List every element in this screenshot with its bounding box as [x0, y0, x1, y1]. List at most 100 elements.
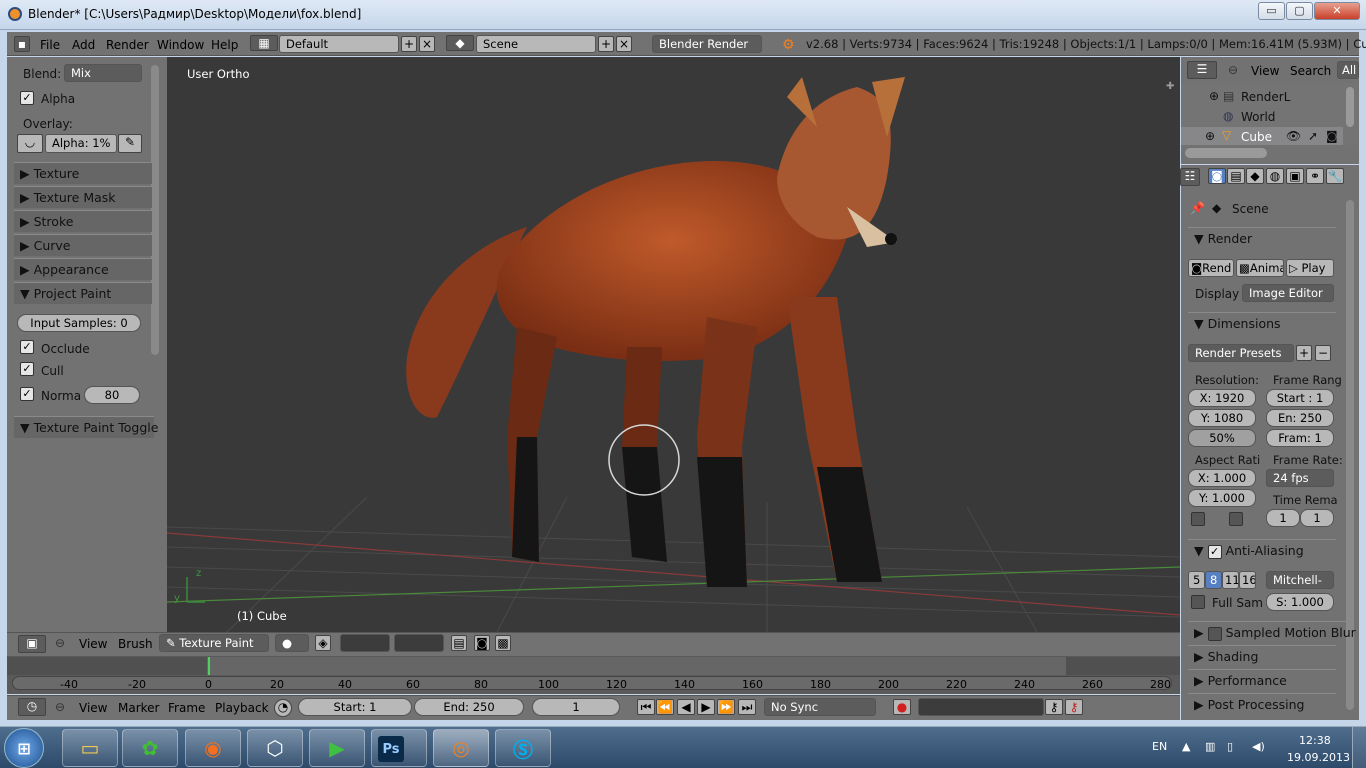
timeline-menu-marker[interactable]: Marker	[118, 701, 159, 715]
full-sample-checkbox[interactable]	[1191, 595, 1205, 609]
frame-rate-select[interactable]: 24 fps	[1266, 469, 1334, 487]
panel-sampled-motion-blur[interactable]: ▶ Sampled Motion Blur	[1188, 621, 1356, 643]
frame-start-field[interactable]: Start : 1	[1266, 389, 1334, 407]
eyedropper-icon[interactable]: ✎	[118, 134, 142, 153]
toolshelf-scrollbar[interactable]	[151, 65, 159, 355]
editor-type-icon[interactable]: ▪	[14, 36, 30, 52]
render-animation-button[interactable]: ▩Anima	[1236, 259, 1284, 277]
current-frame-marker[interactable]	[208, 657, 210, 675]
filter-size-field[interactable]: S: 1.000	[1266, 593, 1334, 611]
add-scene-icon[interactable]: +	[598, 36, 614, 52]
media-player-icon[interactable]: ▶	[309, 729, 365, 767]
input-samples-field[interactable]: Input Samples: 0	[17, 314, 141, 332]
render-presets-select[interactable]: Render Presets	[1188, 344, 1294, 362]
motion-blur-checkbox[interactable]	[1207, 626, 1222, 641]
aa-samples-16[interactable]: 16	[1239, 571, 1256, 589]
add-preset-icon[interactable]: +	[1296, 345, 1312, 361]
menu-brush[interactable]: Brush	[118, 637, 153, 651]
outliner-v-scrollbar[interactable]	[1346, 87, 1354, 127]
scene-field[interactable]: Scene	[476, 35, 596, 53]
remove-scene-icon[interactable]: ×	[616, 36, 632, 52]
panel-dimensions[interactable]: ▼ Dimensions	[1188, 312, 1336, 334]
scene-icon[interactable]: ◆	[446, 35, 474, 51]
3d-view-editor-icon[interactable]: ▣	[18, 635, 46, 653]
timeline-editor-icon[interactable]: ◷	[18, 698, 46, 716]
menu-help[interactable]: Help	[211, 38, 238, 52]
cull-checkbox[interactable]: ✓	[20, 362, 34, 376]
aspect-x-field[interactable]: X: 1.000	[1188, 469, 1256, 487]
clock-time[interactable]: 12:38	[1299, 734, 1331, 747]
layers-group-1[interactable]	[340, 634, 390, 652]
overlay-icon[interactable]: ◡	[17, 134, 43, 153]
timeline-scrollbar[interactable]	[12, 676, 1172, 690]
collapse-outliner-icon[interactable]: ⊖	[1228, 63, 1238, 77]
aa-samples-5[interactable]: 5	[1188, 571, 1205, 589]
timeline-menu-frame[interactable]: Frame	[168, 701, 205, 715]
jump-keyframe-back-icon[interactable]: ⏪	[656, 699, 674, 715]
occlude-checkbox[interactable]: ✓	[20, 340, 34, 354]
face-mask-icon[interactable]: ◈	[315, 635, 331, 651]
viewport-corner-icon[interactable]: ✚	[1166, 81, 1174, 92]
menu-add[interactable]: Add	[72, 38, 95, 52]
aspect-y-field[interactable]: Y: 1.000	[1188, 489, 1256, 507]
frame-step-field[interactable]: Fram: 1	[1266, 429, 1334, 447]
close-button[interactable]: ✕	[1314, 2, 1360, 20]
panel-render[interactable]: ▼ Render	[1188, 227, 1336, 249]
show-desktop-button[interactable]	[1352, 727, 1366, 768]
aa-samples-11[interactable]: 11	[1222, 571, 1239, 589]
outliner-view-menu[interactable]: View	[1251, 64, 1279, 78]
anti-aliasing-checkbox[interactable]: ✓	[1207, 544, 1222, 559]
icq-icon[interactable]: ✿	[122, 729, 178, 767]
render-engine-select[interactable]: Blender Render	[652, 35, 762, 53]
keying-set-field[interactable]	[918, 698, 1044, 716]
volume-icon[interactable]: ◀)	[1252, 740, 1265, 753]
jump-keyframe-forward-icon[interactable]: ⏩	[717, 699, 735, 715]
menu-view[interactable]: View	[79, 637, 107, 651]
start-frame-field[interactable]: Start: 1	[298, 698, 412, 716]
resolution-x-field[interactable]: X: 1920	[1188, 389, 1256, 407]
blender-icon[interactable]: ◎	[433, 729, 489, 767]
jump-start-icon[interactable]: ⏮	[637, 699, 655, 715]
display-select[interactable]: Image Editor	[1242, 284, 1334, 302]
properties-editor-icon[interactable]: ☷	[1180, 168, 1200, 186]
alpha-checkbox[interactable]: ✓	[20, 91, 34, 105]
outliner-item-world[interactable]: World	[1241, 110, 1275, 124]
panel-texture-paint-toggle[interactable]: ▼ Texture Paint Toggle	[14, 416, 158, 438]
play-rendered-button[interactable]: ▷ Play	[1286, 259, 1334, 277]
aa-samples-8[interactable]: 8	[1205, 571, 1222, 589]
play-reverse-icon[interactable]: ◀	[677, 699, 695, 715]
language-indicator[interactable]: EN	[1152, 740, 1167, 753]
play-icon[interactable]: ▶	[697, 699, 715, 715]
panel-anti-aliasing[interactable]: ▼ ✓ Anti-Aliasing	[1188, 539, 1336, 561]
collapse-header-icon[interactable]: ⊖	[55, 636, 65, 650]
remove-preset-icon[interactable]: −	[1315, 345, 1331, 361]
maximize-button[interactable]: ▢	[1286, 2, 1313, 20]
panel-texture[interactable]: ▶ Texture	[14, 162, 152, 184]
menu-window[interactable]: Window	[157, 38, 204, 52]
outliner-search-menu[interactable]: Search	[1290, 64, 1331, 78]
unity-icon[interactable]: ⬡	[247, 729, 303, 767]
opengl-render-icon[interactable]: ◙	[474, 635, 490, 651]
panel-curve[interactable]: ▶ Curve	[14, 234, 152, 256]
add-layout-icon[interactable]: +	[401, 36, 417, 52]
screen-layout-field[interactable]: Default	[279, 35, 399, 53]
screen-layout-icon[interactable]: ▦	[250, 35, 278, 51]
pin-icon[interactable]: 📌	[1190, 201, 1205, 215]
collapse-timeline-icon[interactable]: ⊖	[55, 700, 65, 714]
remove-layout-icon[interactable]: ×	[419, 36, 435, 52]
end-frame-field[interactable]: End: 250	[414, 698, 524, 716]
show-hidden-icons-icon[interactable]: ▲	[1182, 740, 1190, 753]
current-frame-field[interactable]: 1	[532, 698, 620, 716]
explorer-icon[interactable]: ▭	[62, 729, 118, 767]
selectability-cursor-icon[interactable]: ➚	[1308, 129, 1318, 143]
outliner-h-scrollbar[interactable]	[1185, 148, 1267, 158]
skype-icon[interactable]: Ⓢ	[495, 729, 551, 767]
object-context-icon[interactable]: ▣	[1286, 168, 1304, 184]
aa-filter-select[interactable]: Mitchell-	[1266, 571, 1334, 589]
firefox-icon[interactable]: ◉	[185, 729, 241, 767]
timeline-menu-view[interactable]: View	[79, 701, 107, 715]
3d-viewport[interactable]	[167, 57, 1180, 632]
clock-date[interactable]: 19.09.2013	[1287, 751, 1350, 764]
panel-texture-mask[interactable]: ▶ Texture Mask	[14, 186, 152, 208]
resolution-y-field[interactable]: Y: 1080	[1188, 409, 1256, 427]
